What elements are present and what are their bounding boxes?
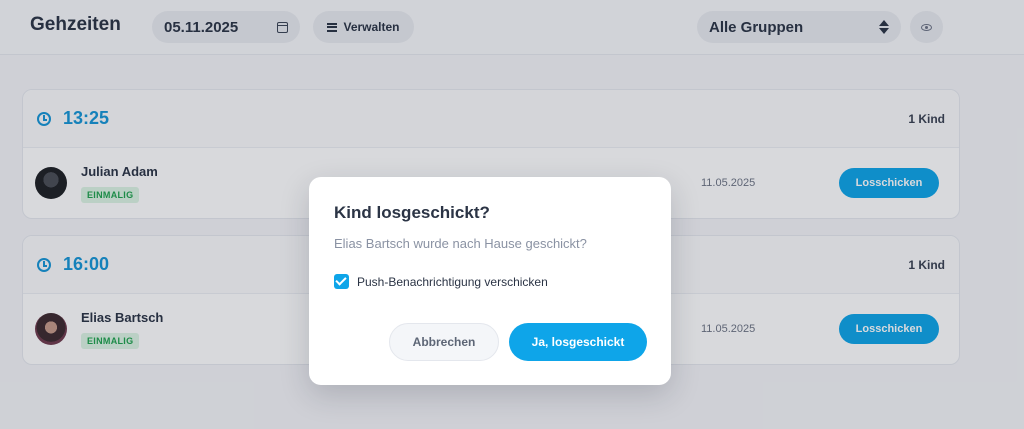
confirm-dialog: Kind losgeschickt? Elias Bartsch wurde n…: [309, 177, 671, 385]
push-notification-option[interactable]: Push-Benachrichtigung verschicken: [334, 274, 646, 289]
dialog-message: Elias Bartsch wurde nach Hause geschickt…: [334, 236, 587, 251]
cancel-button[interactable]: Abbrechen: [389, 323, 499, 361]
push-notification-checkbox[interactable]: [334, 274, 349, 289]
push-notification-label[interactable]: Push-Benachrichtigung verschicken: [357, 275, 548, 289]
dialog-title: Kind losgeschickt?: [334, 203, 490, 222]
confirm-button[interactable]: Ja, losgeschickt: [509, 323, 647, 361]
